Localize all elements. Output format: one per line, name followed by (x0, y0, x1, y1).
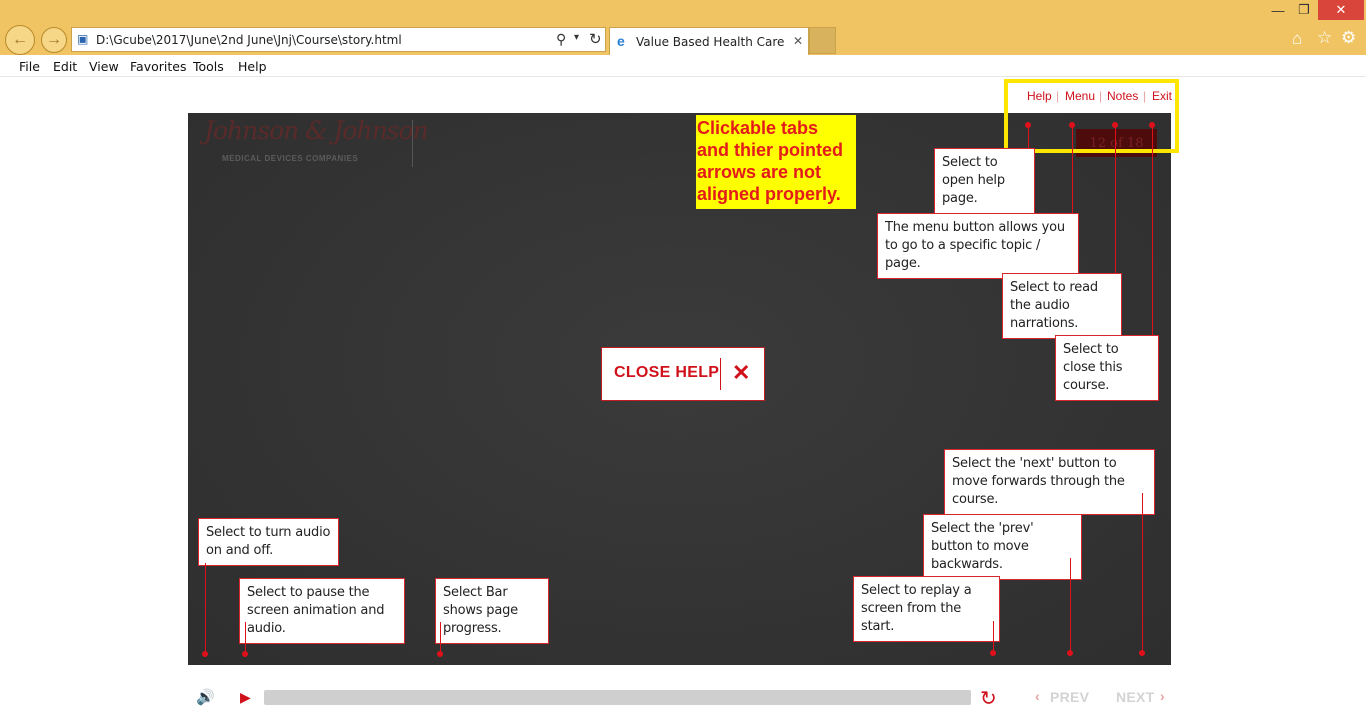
tooltip-replay: Select to replay a screen from the start… (853, 576, 1000, 642)
pointer-line (205, 563, 206, 653)
pointer-line (1115, 125, 1116, 273)
menu-tools[interactable]: Tools (193, 59, 224, 74)
close-icon: ✕ (732, 360, 751, 385)
pointer-line (1142, 493, 1143, 653)
pointer-dot (1139, 650, 1145, 656)
logo-subtitle: MEDICAL DEVICES COMPANIES (222, 154, 359, 163)
pointer-dot (990, 650, 996, 656)
tooltip-next: Select the 'next' button to move forward… (944, 449, 1155, 515)
review-annotation: Clickable tabs and thier pointed arrows … (696, 115, 856, 209)
pointer-dot (437, 651, 443, 657)
tab-close-icon[interactable]: ✕ (793, 34, 803, 48)
pointer-line (1072, 125, 1073, 214)
back-icon[interactable]: ← (5, 25, 35, 55)
minimize-icon[interactable]: — (1266, 0, 1290, 20)
search-icon[interactable]: ⚲ (556, 31, 566, 48)
address-text: D:\Gcube\2017\June\2nd June\Jnj\Course\s… (96, 33, 402, 47)
ie-icon: e (617, 33, 625, 49)
tooltip-notes: Select to read the audio narrations. (1002, 273, 1122, 339)
jnj-logo: Johnson & Johnson (204, 116, 429, 145)
close-help-separator (720, 358, 721, 390)
menu-help[interactable]: Help (238, 59, 267, 74)
menu-edit[interactable]: Edit (53, 59, 77, 74)
tooltip-help: Select to open help page. (934, 148, 1035, 214)
forward-icon[interactable]: → (41, 27, 67, 53)
gear-icon[interactable]: ⚙ (1341, 28, 1356, 48)
chevron-right-icon: › (1160, 688, 1165, 704)
menu-bar: File Edit View Favorites Tools Help (0, 55, 1366, 77)
pointer-line (1152, 125, 1153, 336)
tooltip-exit: Select to close this course. (1055, 335, 1159, 401)
tooltip-progress-bar: Select Bar shows page progress. (435, 578, 549, 644)
next-button[interactable]: NEXT (1116, 689, 1155, 705)
pointer-dot (1067, 650, 1073, 656)
tooltip-menu: The menu button allows you to go to a sp… (877, 213, 1079, 279)
replay-icon[interactable]: ↻ (980, 686, 997, 711)
pointer-line (1028, 125, 1029, 149)
pointer-dot (202, 651, 208, 657)
tooltip-audio: Select to turn audio on and off. (198, 518, 339, 566)
menu-file[interactable]: File (19, 59, 40, 74)
menu-favorites[interactable]: Favorites (130, 59, 186, 74)
browser-titlebar: ← → ▣ D:\Gcube\2017\June\2nd June\Jnj\Co… (0, 0, 1366, 55)
dropdown-icon[interactable]: ▾ (574, 32, 579, 43)
restore-icon[interactable]: ❐ (1292, 0, 1316, 20)
page-icon: ▣ (77, 32, 89, 46)
close-help-button[interactable]: CLOSE HELP ✕ (601, 347, 765, 401)
tab-title: Value Based Health Care (636, 35, 785, 49)
logo-divider (412, 120, 413, 167)
prev-button[interactable]: PREV (1050, 689, 1089, 705)
pointer-line (245, 622, 246, 653)
menu-view[interactable]: View (89, 59, 119, 74)
chevron-left-icon: ‹ (1035, 688, 1040, 704)
play-icon[interactable]: ▶ (240, 689, 251, 706)
audio-icon[interactable]: 🔊 (196, 688, 215, 706)
pointer-line (993, 621, 994, 653)
refresh-icon[interactable]: ↻ (589, 30, 602, 48)
tooltip-pause: Select to pause the screen animation and… (239, 578, 405, 644)
progress-bar[interactable] (264, 690, 971, 705)
home-icon[interactable]: ⌂ (1292, 29, 1302, 49)
pointer-dot (242, 651, 248, 657)
star-icon[interactable]: ☆ (1317, 28, 1332, 48)
tooltip-prev: Select the 'prev' button to move backwar… (923, 514, 1082, 580)
pointer-line (1070, 558, 1071, 653)
new-tab-button[interactable] (809, 27, 836, 54)
browser-tab[interactable]: e Value Based Health Care ✕ (609, 27, 809, 55)
window-close-icon[interactable]: ✕ (1318, 0, 1364, 20)
close-help-label: CLOSE HELP (614, 364, 720, 381)
address-bar[interactable]: ▣ D:\Gcube\2017\June\2nd June\Jnj\Course… (71, 27, 606, 52)
pointer-line (440, 622, 441, 653)
